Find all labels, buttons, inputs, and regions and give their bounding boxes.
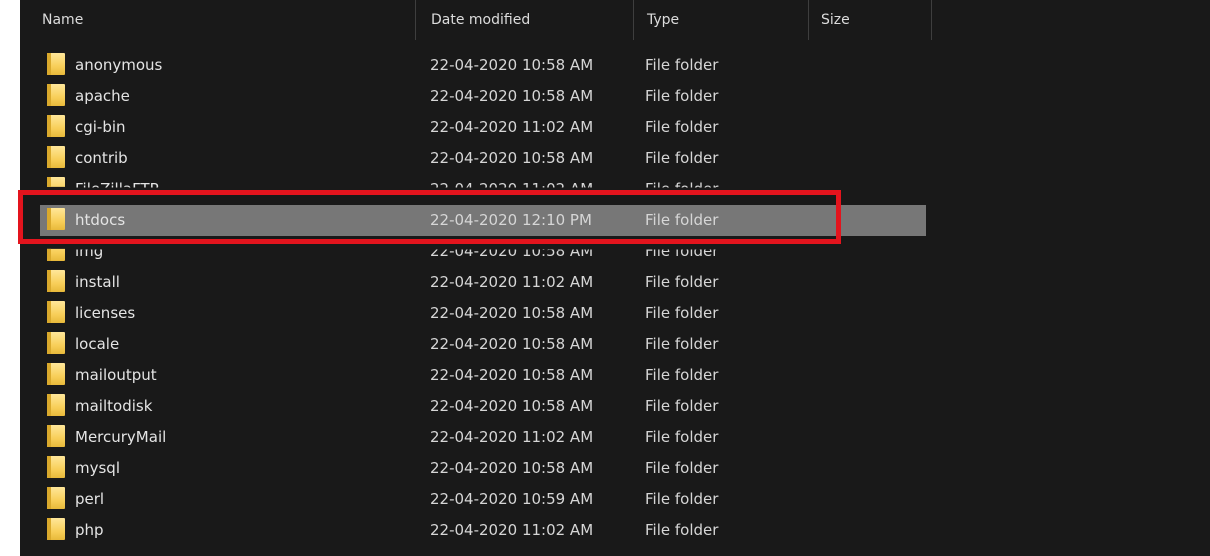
file-row-perl[interactable]: perl 22-04-2020 10:59 AM File folder	[20, 484, 1210, 514]
file-date-cell: 22-04-2020 10:58 AM	[430, 366, 594, 384]
file-date-cell: 22-04-2020 10:58 AM	[430, 149, 594, 167]
column-header-type[interactable]: Type	[647, 0, 679, 40]
file-type-cell: File folder	[645, 459, 719, 477]
folder-icon	[47, 394, 65, 416]
folder-icon	[47, 270, 65, 292]
file-name-cell: MercuryMail	[75, 428, 167, 446]
file-type-cell: File folder	[645, 397, 719, 415]
file-row-mercurymail[interactable]: MercuryMail 22-04-2020 11:02 AM File folde…	[20, 422, 1210, 452]
file-date-cell: 22-04-2020 10:58 AM	[430, 56, 594, 74]
file-date-cell: 22-04-2020 10:58 AM	[430, 397, 594, 415]
file-row-locale[interactable]: locale 22-04-2020 10:58 AM File folder	[20, 329, 1210, 359]
folder-icon	[47, 363, 65, 385]
file-date-cell: 22-04-2020 10:59 AM	[430, 490, 594, 508]
file-date-cell: 22-04-2020 10:58 AM	[430, 335, 594, 353]
column-divider[interactable]	[931, 0, 932, 40]
file-name-cell: apache	[75, 87, 130, 105]
file-date-cell: 22-04-2020 11:02 AM	[430, 118, 594, 136]
folder-icon	[47, 332, 65, 354]
file-type-cell: File folder	[645, 335, 719, 353]
column-divider[interactable]	[415, 0, 416, 40]
file-type-cell: File folder	[645, 304, 719, 322]
folder-icon	[47, 425, 65, 447]
annotation-highlight-box	[18, 190, 841, 244]
column-header-date-modified[interactable]: Date modified	[431, 0, 530, 40]
file-name-cell: cgi-bin	[75, 118, 126, 136]
folder-icon	[47, 146, 65, 168]
folder-icon	[47, 115, 65, 137]
file-row-anonymous[interactable]: anonymous 22-04-2020 10:58 AM File folder	[20, 50, 1210, 80]
column-divider[interactable]	[633, 0, 634, 40]
file-row-mailoutput[interactable]: mailoutput 22-04-2020 10:58 AM File folder	[20, 360, 1210, 390]
file-type-cell: File folder	[645, 428, 719, 446]
file-type-cell: File folder	[645, 273, 719, 291]
file-type-cell: File folder	[645, 87, 719, 105]
file-date-cell: 22-04-2020 10:58 AM	[430, 459, 594, 477]
file-type-cell: File folder	[645, 366, 719, 384]
file-name-cell: mailtodisk	[75, 397, 153, 415]
file-type-cell: File folder	[645, 490, 719, 508]
file-type-cell: File folder	[645, 521, 719, 539]
file-row-apache[interactable]: apache 22-04-2020 10:58 AM File folder	[20, 81, 1210, 111]
folder-icon	[47, 487, 65, 509]
file-name-cell: mysql	[75, 459, 120, 477]
file-row-mailtodisk[interactable]: mailtodisk 22-04-2020 10:58 AM File folder	[20, 391, 1210, 421]
file-row-php[interactable]: php 22-04-2020 11:02 AM File folder	[20, 515, 1210, 545]
file-row-contrib[interactable]: contrib 22-04-2020 10:58 AM File folder	[20, 143, 1210, 173]
folder-icon	[47, 456, 65, 478]
column-header-name[interactable]: Name	[42, 0, 83, 40]
file-name-cell: perl	[75, 490, 105, 508]
file-date-cell: 22-04-2020 10:58 AM	[430, 304, 594, 322]
file-date-cell: 22-04-2020 11:02 AM	[430, 273, 594, 291]
file-row-licenses[interactable]: licenses 22-04-2020 10:58 AM File folder	[20, 298, 1210, 328]
file-date-cell: 22-04-2020 11:02 AM	[430, 428, 594, 446]
folder-icon	[47, 84, 65, 106]
file-explorer: Name Date modified Type Size anonymous 22…	[20, 0, 1210, 556]
folder-icon	[47, 518, 65, 540]
column-divider[interactable]	[808, 0, 809, 40]
column-header-bar: Name Date modified Type Size	[20, 0, 1210, 40]
file-date-cell: 22-04-2020 10:58 AM	[430, 87, 594, 105]
file-type-cell: File folder	[645, 56, 719, 74]
file-row-install[interactable]: install 22-04-2020 11:02 AM File folder	[20, 267, 1210, 297]
column-header-size[interactable]: Size	[821, 0, 850, 40]
file-date-cell: 22-04-2020 11:02 AM	[430, 521, 594, 539]
file-name-cell: mailoutput	[75, 366, 157, 384]
file-type-cell: File folder	[645, 118, 719, 136]
file-name-cell: licenses	[75, 304, 136, 322]
file-name-cell: locale	[75, 335, 120, 353]
file-name-cell: contrib	[75, 149, 128, 167]
folder-icon	[47, 53, 65, 75]
file-type-cell: File folder	[645, 149, 719, 167]
file-row-mysql[interactable]: mysql 22-04-2020 10:58 AM File folder	[20, 453, 1210, 483]
file-name-cell: anonymous	[75, 56, 163, 74]
file-row-cgi-bin[interactable]: cgi-bin 22-04-2020 11:02 AM File folder	[20, 112, 1210, 142]
file-name-cell: php	[75, 521, 104, 539]
folder-icon	[47, 301, 65, 323]
file-name-cell: install	[75, 273, 120, 291]
